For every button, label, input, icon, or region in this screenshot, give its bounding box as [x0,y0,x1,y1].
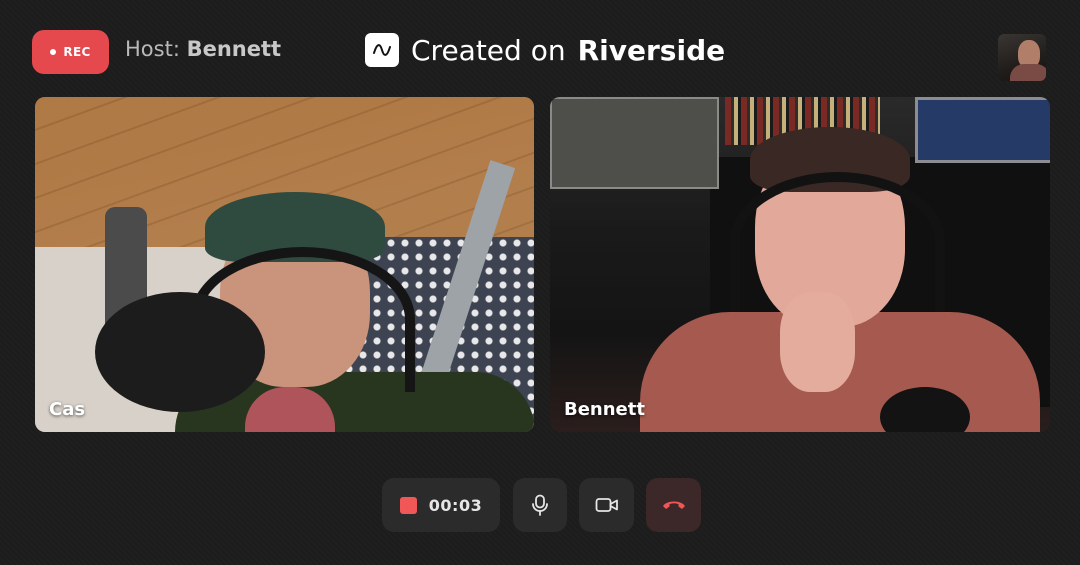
end-call-icon [662,501,685,509]
brand-prefix: Created on [411,33,566,67]
riverside-logo-icon [365,33,399,67]
rec-badge[interactable]: REC [32,30,109,74]
host-label: Host: Bennett [125,37,281,61]
brand-watermark: Created on Riverside [365,33,725,67]
rec-dot-icon [50,49,57,55]
camera-icon [595,498,618,512]
participant-name-cas: Cas [49,399,86,420]
record-stop-icon [399,496,417,514]
self-preview-thumbnail[interactable] [998,34,1046,81]
bennett-headphones [730,172,945,312]
bennett-hand [780,292,855,392]
self-preview-body [1010,64,1046,81]
brand-name: Riverside [577,33,726,67]
microphone-toggle-button[interactable] [513,478,567,532]
host-name: Bennett [186,37,282,61]
stop-recording-button[interactable]: 00:03 [382,478,500,532]
rec-label: REC [63,45,91,59]
participant-name-bennett: Bennett [564,399,645,420]
video-tile-cas[interactable]: Cas [35,97,534,432]
bennett-poster [915,97,1050,163]
recording-timer: 00:03 [428,495,483,515]
bennett-picture-frame [550,97,719,189]
host-prefix: Host: [125,37,180,61]
end-call-button[interactable] [646,478,701,532]
camera-toggle-button[interactable] [579,478,634,532]
video-tile-bennett[interactable]: Bennett [550,97,1050,432]
microphone-icon [532,494,548,516]
recording-studio: REC Host: Bennett Created on Riverside C… [0,0,1080,565]
cas-microphone [95,292,265,412]
